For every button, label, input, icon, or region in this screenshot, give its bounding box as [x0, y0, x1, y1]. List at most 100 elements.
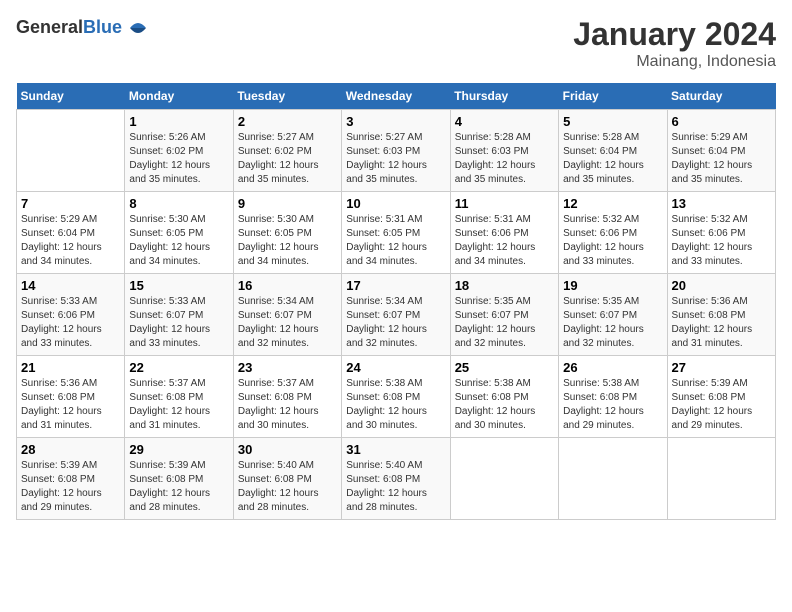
calendar-cell: 8 Sunrise: 5:30 AMSunset: 6:05 PMDaylight…: [125, 192, 233, 274]
day-info: Sunrise: 5:28 AMSunset: 6:03 PMDaylight:…: [455, 131, 554, 187]
day-number: 5: [563, 114, 662, 129]
calendar-cell: 14 Sunrise: 5:33 AMSunset: 6:06 PMDayligh…: [17, 274, 125, 356]
day-number: 14: [21, 278, 120, 293]
day-info: Sunrise: 5:38 AMSunset: 6:08 PMDaylight:…: [455, 377, 554, 433]
calendar-cell: 19 Sunrise: 5:35 AMSunset: 6:07 PMDayligh…: [559, 274, 667, 356]
logo-icon: [126, 16, 150, 40]
calendar-cell: 11 Sunrise: 5:31 AMSunset: 6:06 PMDayligh…: [450, 192, 558, 274]
day-info: Sunrise: 5:34 AMSunset: 6:07 PMDaylight:…: [346, 295, 445, 351]
day-number: 23: [238, 360, 337, 375]
day-info: Sunrise: 5:35 AMSunset: 6:07 PMDaylight:…: [563, 295, 662, 351]
calendar-cell: 5 Sunrise: 5:28 AMSunset: 6:04 PMDaylight…: [559, 110, 667, 192]
calendar-cell: 16 Sunrise: 5:34 AMSunset: 6:07 PMDayligh…: [233, 274, 341, 356]
calendar-week-row: 1 Sunrise: 5:26 AMSunset: 6:02 PMDaylight…: [17, 110, 776, 192]
calendar-cell: [450, 438, 558, 520]
calendar-cell: 22Sunrise: 5:37 AMSunset: 6:08 PMDayligh…: [125, 356, 233, 438]
calendar-cell: 28 Sunrise: 5:39 AMSunset: 6:08 PMDayligh…: [17, 438, 125, 520]
calendar-cell: 27Sunrise: 5:39 AMSunset: 6:08 PMDayligh…: [667, 356, 775, 438]
day-number: 26: [563, 360, 662, 375]
day-info: Sunrise: 5:36 AMSunset: 6:08 PMDaylight:…: [672, 295, 771, 351]
header-monday: Monday: [125, 83, 233, 110]
day-number: 8: [129, 196, 228, 211]
day-number: 30: [238, 442, 337, 457]
calendar-cell: 21 Sunrise: 5:36 AMSunset: 6:08 PMDayligh…: [17, 356, 125, 438]
day-info: Sunrise: 5:34 AMSunset: 6:07 PMDaylight:…: [238, 295, 337, 351]
day-info: Sunrise: 5:30 AMSunset: 6:05 PMDaylight:…: [129, 213, 228, 269]
day-number: 1: [129, 114, 228, 129]
page-subtitle: Mainang, Indonesia: [573, 53, 776, 71]
day-info: Sunrise: 5:37 AMSunset: 6:08 PMDaylight:…: [129, 377, 228, 433]
day-info: Sunrise: 5:40 AMSunset: 6:08 PMDaylight:…: [346, 459, 445, 515]
calendar-cell: 3 Sunrise: 5:27 AMSunset: 6:03 PMDaylight…: [342, 110, 450, 192]
logo: GeneralBlue: [16, 16, 150, 40]
calendar-cell: 18 Sunrise: 5:35 AMSunset: 6:07 PMDayligh…: [450, 274, 558, 356]
header-friday: Friday: [559, 83, 667, 110]
calendar-cell: 25 Sunrise: 5:38 AMSunset: 6:08 PMDayligh…: [450, 356, 558, 438]
day-number: 28: [21, 442, 120, 457]
day-info: Sunrise: 5:37 AMSunset: 6:08 PMDaylight:…: [238, 377, 337, 433]
header-wednesday: Wednesday: [342, 83, 450, 110]
calendar-table: SundayMondayTuesdayWednesdayThursdayFrid…: [16, 83, 776, 520]
calendar-cell: [17, 110, 125, 192]
day-number: 12: [563, 196, 662, 211]
day-info: Sunrise: 5:26 AMSunset: 6:02 PMDaylight:…: [129, 131, 228, 187]
day-info: Sunrise: 5:32 AMSunset: 6:06 PMDaylight:…: [563, 213, 662, 269]
day-info: Sunrise: 5:30 AMSunset: 6:05 PMDaylight:…: [238, 213, 337, 269]
day-info: Sunrise: 5:38 AMSunset: 6:08 PMDaylight:…: [346, 377, 445, 433]
day-number: 29: [129, 442, 228, 457]
title-block: January 2024 Mainang, Indonesia: [573, 16, 776, 71]
page-title: January 2024: [573, 16, 776, 53]
day-number: 11: [455, 196, 554, 211]
calendar-cell: 9 Sunrise: 5:30 AMSunset: 6:05 PMDaylight…: [233, 192, 341, 274]
calendar-cell: 24 Sunrise: 5:38 AMSunset: 6:08 PMDayligh…: [342, 356, 450, 438]
day-number: 19: [563, 278, 662, 293]
header-sunday: Sunday: [17, 83, 125, 110]
logo-general: General: [16, 17, 83, 37]
day-number: 31: [346, 442, 445, 457]
day-info: Sunrise: 5:39 AMSunset: 6:08 PMDaylight:…: [21, 459, 120, 515]
day-number: 24: [346, 360, 445, 375]
calendar-cell: [559, 438, 667, 520]
calendar-cell: 29 Sunrise: 5:39 AMSunset: 6:08 PMDayligh…: [125, 438, 233, 520]
day-number: 4: [455, 114, 554, 129]
day-info: Sunrise: 5:27 AMSunset: 6:03 PMDaylight:…: [346, 131, 445, 187]
day-info: Sunrise: 5:33 AMSunset: 6:07 PMDaylight:…: [129, 295, 228, 351]
day-number: 6: [672, 114, 771, 129]
calendar-cell: 7 Sunrise: 5:29 AMSunset: 6:04 PMDaylight…: [17, 192, 125, 274]
logo-blue: Blue: [83, 17, 122, 37]
calendar-cell: 12 Sunrise: 5:32 AMSunset: 6:06 PMDayligh…: [559, 192, 667, 274]
day-info: Sunrise: 5:31 AMSunset: 6:06 PMDaylight:…: [455, 213, 554, 269]
day-info: Sunrise: 5:36 AMSunset: 6:08 PMDaylight:…: [21, 377, 120, 433]
calendar-cell: 20 Sunrise: 5:36 AMSunset: 6:08 PMDayligh…: [667, 274, 775, 356]
day-number: 17: [346, 278, 445, 293]
calendar-cell: 26 Sunrise: 5:38 AMSunset: 6:08 PMDayligh…: [559, 356, 667, 438]
day-info: Sunrise: 5:39 AMSunset: 6:08 PMDaylight:…: [129, 459, 228, 515]
day-info: Sunrise: 5:33 AMSunset: 6:06 PMDaylight:…: [21, 295, 120, 351]
day-number: 20: [672, 278, 771, 293]
header-saturday: Saturday: [667, 83, 775, 110]
day-info: Sunrise: 5:38 AMSunset: 6:08 PMDaylight:…: [563, 377, 662, 433]
day-info: Sunrise: 5:32 AMSunset: 6:06 PMDaylight:…: [672, 213, 771, 269]
calendar-week-row: 14 Sunrise: 5:33 AMSunset: 6:06 PMDayligh…: [17, 274, 776, 356]
day-info: Sunrise: 5:28 AMSunset: 6:04 PMDaylight:…: [563, 131, 662, 187]
header-tuesday: Tuesday: [233, 83, 341, 110]
day-number: 9: [238, 196, 337, 211]
calendar-cell: 10Sunrise: 5:31 AMSunset: 6:05 PMDayligh…: [342, 192, 450, 274]
calendar-header-row: SundayMondayTuesdayWednesdayThursdayFrid…: [17, 83, 776, 110]
day-number: 7: [21, 196, 120, 211]
day-number: 16: [238, 278, 337, 293]
day-number: 18: [455, 278, 554, 293]
day-number: 3: [346, 114, 445, 129]
day-number: 13: [672, 196, 771, 211]
calendar-cell: 23 Sunrise: 5:37 AMSunset: 6:08 PMDayligh…: [233, 356, 341, 438]
day-number: 27: [672, 360, 771, 375]
calendar-cell: 30Sunrise: 5:40 AMSunset: 6:08 PMDayligh…: [233, 438, 341, 520]
day-number: 21: [21, 360, 120, 375]
day-info: Sunrise: 5:29 AMSunset: 6:04 PMDaylight:…: [672, 131, 771, 187]
day-number: 15: [129, 278, 228, 293]
day-info: Sunrise: 5:31 AMSunset: 6:05 PMDaylight:…: [346, 213, 445, 269]
day-info: Sunrise: 5:35 AMSunset: 6:07 PMDaylight:…: [455, 295, 554, 351]
day-number: 25: [455, 360, 554, 375]
calendar-cell: 6 Sunrise: 5:29 AMSunset: 6:04 PMDaylight…: [667, 110, 775, 192]
day-info: Sunrise: 5:29 AMSunset: 6:04 PMDaylight:…: [21, 213, 120, 269]
